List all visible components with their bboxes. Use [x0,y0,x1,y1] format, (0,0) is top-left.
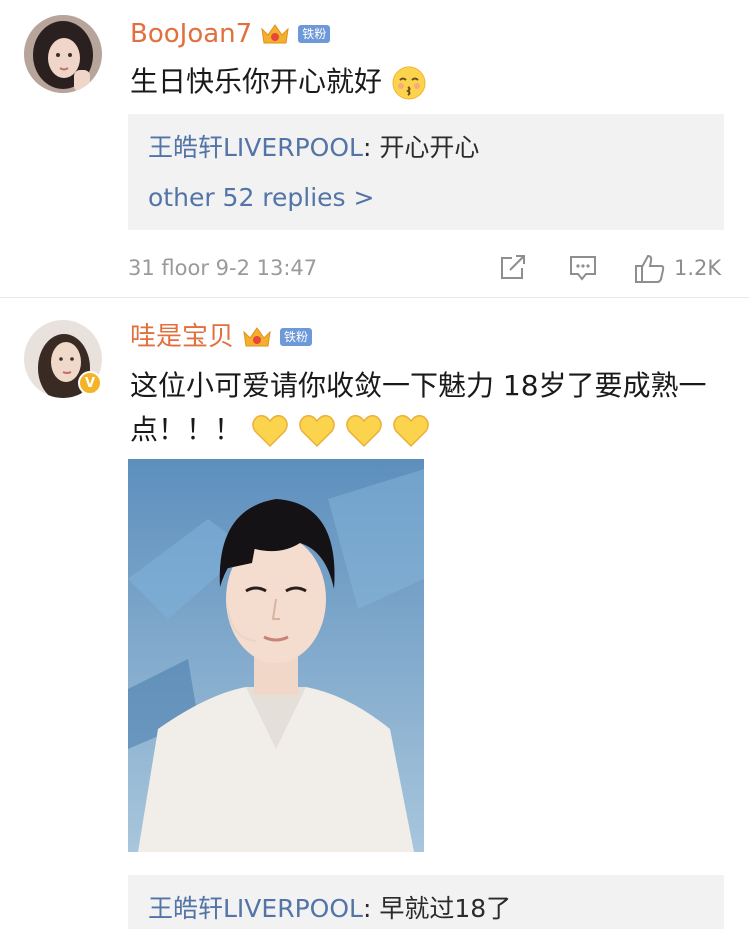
username[interactable]: 哇是宝贝 [130,318,234,356]
reply-separator: : [362,133,380,162]
reply-box[interactable]: 王皓轩LIVERPOOL: 开心开心 other 52 replies > [128,114,724,230]
share-icon[interactable] [498,254,528,282]
comment-meta: 31 floor 9-2 13:47 1.2K [128,250,728,286]
reply-preview: 王皓轩LIVERPOOL: 开心开心 [148,130,479,166]
crown-icon [243,327,271,347]
like-icon[interactable] [634,254,666,284]
fan-badge: 铁粉 [280,328,313,346]
yellow-heart-emoji [299,414,335,448]
crown-icon [261,24,289,44]
kissing-face-emoji [392,66,426,100]
reply-box[interactable]: 王皓轩LIVERPOOL: 早就过18了 [128,875,724,929]
username[interactable]: BooJoan7 [130,15,252,53]
yellow-heart-emoji [392,414,429,448]
reply-author[interactable]: 王皓轩LIVERPOOL [148,894,363,923]
more-replies-link[interactable]: other 52 replies > [148,180,374,216]
verified-icon: V [78,371,102,395]
like-count: 1.2K [674,256,722,280]
avatar[interactable] [24,15,102,93]
comment-icon[interactable] [568,254,598,282]
reply-text: 开心开心 [379,133,480,162]
comment-item: V 哇是宝贝 铁粉 这位小可爱请你收敛一下魅力 18岁了要成熟一点！！！ 王皓轩… [0,297,749,929]
reply-separator: : [362,894,380,923]
comment-item: BooJoan7 铁粉 生日快乐你开心就好 王皓轩LIVERPOOL: 开心开心… [0,0,749,297]
comment-text: 这位小可爱请你收敛一下魅力 18岁了要成熟一点！！！ [130,364,730,452]
fan-badge: 铁粉 [298,25,331,43]
yellow-heart-emoji [345,414,382,448]
reply-text: 早就过18了 [379,894,512,923]
attached-photo[interactable] [128,459,424,852]
comment-text: 生日快乐你开心就好 [130,60,730,104]
reply-preview: 王皓轩LIVERPOOL: 早就过18了 [148,891,511,927]
yellow-heart-emoji [252,414,288,448]
reply-author[interactable]: 王皓轩LIVERPOOL [148,133,363,162]
username-row: BooJoan7 铁粉 [130,15,331,53]
username-row: 哇是宝贝 铁粉 [130,318,313,356]
comment-text-content: 生日快乐你开心就好 [130,65,383,98]
floor-and-time: 31 floor 9-2 13:47 [128,256,318,280]
yellow-hearts [251,413,430,448]
